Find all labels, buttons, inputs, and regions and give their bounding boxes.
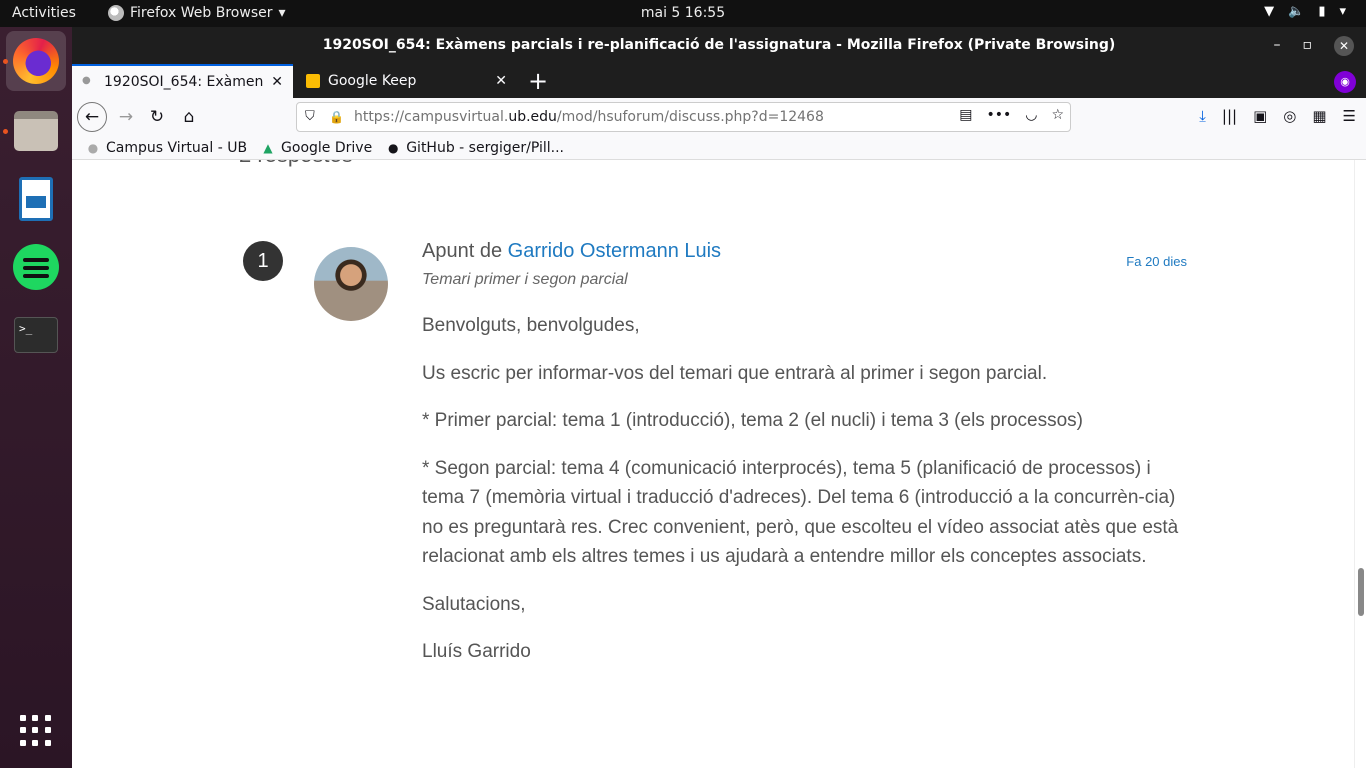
bookmark-google-drive[interactable]: ▲ Google Drive (261, 140, 372, 156)
app-menu-label: Firefox Web Browser (130, 5, 273, 21)
firefox-window: 1920SOI_654: Exàmens parcials i re-plani… (72, 27, 1366, 768)
window-titlebar[interactable]: 1920SOI_654: Exàmens parcials i re-plani… (72, 27, 1366, 64)
account-icon[interactable]: ◎ (1283, 107, 1296, 125)
post-age-link[interactable]: Fa 20 dies (1126, 254, 1187, 269)
bookmarks-toolbar: ● Campus Virtual - UB ▲ Google Drive ● G… (72, 136, 1366, 160)
battery-icon: ▮ (1318, 4, 1326, 19)
keep-favicon-icon (306, 74, 320, 88)
wifi-icon: ▼ (1264, 4, 1275, 19)
downloads-icon[interactable]: ⤓ (1199, 107, 1206, 125)
bookmark-github[interactable]: ● GitHub - sergiger/Pill... (386, 140, 564, 156)
minimize-icon[interactable]: – (1274, 27, 1281, 64)
tracking-shield-icon[interactable]: ⛉ (305, 109, 319, 125)
avatar[interactable] (314, 247, 388, 321)
private-browsing-icon: ◉ (1334, 71, 1356, 93)
pocket-icon[interactable]: ◡ (1025, 107, 1037, 123)
volume-icon: 🔈 (1288, 4, 1305, 19)
url-bar[interactable]: ⛉ 🔒 https://campusvirtual.ub.edu/mod/hsu… (296, 102, 1071, 132)
dock-terminal[interactable]: >_ (6, 305, 66, 365)
dock-spotify[interactable] (6, 237, 66, 297)
tab-bar: ● 1920SOI_654: Exàmens p ✕ Google Keep ✕… (72, 64, 1366, 98)
dock-files[interactable] (6, 101, 66, 161)
url-text[interactable]: https://campusvirtual.ub.edu/mod/hsuforu… (354, 109, 824, 125)
reader-view-icon[interactable]: ▤ (959, 107, 972, 123)
home-icon[interactable]: ⌂ (176, 104, 202, 130)
replies-heading: 2 respostes (239, 160, 353, 168)
scrollbar-thumb[interactable] (1358, 568, 1364, 616)
bookmark-label: Google Drive (281, 139, 373, 156)
post-body: Benvolguts, benvolgudes, Us escric per i… (422, 311, 1192, 667)
post-prefix: Apunt de (422, 240, 503, 262)
firefox-icon (108, 5, 124, 21)
post-paragraph: * Primer parcial: tema 1 (introducció), … (422, 410, 1084, 431)
google-drive-icon: ▲ (263, 140, 273, 155)
writer-icon (19, 177, 53, 221)
post-paragraph: Salutacions, (422, 593, 526, 615)
activities-button[interactable]: Activities (12, 5, 76, 21)
bookmark-campus-virtual[interactable]: ● Campus Virtual - UB (86, 140, 247, 156)
github-icon: ● (387, 140, 399, 155)
tab-campus[interactable]: ● 1920SOI_654: Exàmens p ✕ (72, 64, 293, 98)
campus-favicon-icon: ● (87, 140, 99, 155)
library-icon[interactable]: ||| (1222, 107, 1237, 125)
reload-icon[interactable]: ↻ (144, 104, 170, 130)
forward-icon[interactable]: → (113, 104, 139, 130)
clock[interactable]: mai 5 16:55 (641, 5, 725, 21)
chevron-down-icon: ▾ (1339, 4, 1346, 19)
sidebar-icon[interactable]: ▣ (1253, 107, 1267, 125)
menu-icon[interactable]: ☰ (1343, 107, 1356, 125)
top-bar: Activities Firefox Web Browser ▾ mai 5 1… (0, 0, 1366, 27)
post-number-badge: 1 (243, 241, 283, 281)
running-indicator (3, 59, 8, 64)
close-icon[interactable]: ✕ (1334, 35, 1354, 56)
show-applications-icon[interactable] (20, 715, 52, 747)
back-icon[interactable]: ← (77, 102, 107, 132)
post-paragraph: Us escric per informar-vos del temari qu… (422, 362, 1048, 384)
maximize-icon[interactable]: ▫ (1303, 27, 1313, 64)
author-link[interactable]: Garrido Ostermann Luis (508, 240, 721, 262)
nav-bar: ← → ↻ ⌂ ⛉ 🔒 https://campusvirtual.ub.edu… (72, 98, 1366, 136)
spotify-icon (13, 244, 59, 290)
bookmark-label: Campus Virtual - UB (106, 139, 248, 156)
campus-favicon-icon: ● (82, 75, 91, 86)
tab-title: 1920SOI_654: Exàmens p (104, 74, 264, 90)
extensions-icon[interactable]: ▦ (1312, 107, 1326, 125)
lock-icon[interactable]: 🔒 (329, 110, 344, 124)
forum-post: Apunt de Garrido Ostermann Luis Fa 20 di… (422, 240, 1192, 667)
tab-google-keep[interactable]: Google Keep ✕ (296, 64, 517, 98)
post-paragraph: Benvolguts, benvolgudes, (422, 315, 640, 336)
dock: >_ (0, 27, 72, 768)
page-viewport: 2 respostes 1 Apunt de Garrido Ostermann… (72, 160, 1366, 768)
firefox-icon (13, 38, 59, 84)
post-paragraph: * Segon parcial: tema 4 (comunicació int… (422, 457, 1179, 568)
new-tab-icon[interactable]: + (528, 66, 548, 96)
chevron-down-icon: ▾ (278, 5, 286, 21)
dock-writer[interactable] (6, 169, 66, 229)
scrollbar-track[interactable] (1354, 160, 1366, 768)
bookmark-star-icon[interactable]: ☆ (1051, 107, 1064, 123)
system-tray[interactable]: ▼ 🔈 ▮ ▾ (1264, 4, 1346, 19)
tab-title: Google Keep (328, 73, 417, 89)
post-subject: Temari primer i segon parcial (422, 271, 628, 288)
close-tab-icon[interactable]: ✕ (271, 74, 283, 90)
bookmark-label: GitHub - sergiger/Pill... (406, 139, 564, 156)
close-tab-icon[interactable]: ✕ (495, 73, 507, 89)
page-actions-icon[interactable]: ••• (986, 107, 1011, 123)
files-icon (14, 111, 58, 151)
dock-firefox[interactable] (6, 31, 66, 91)
running-indicator (3, 129, 8, 134)
post-header: Apunt de Garrido Ostermann Luis (422, 240, 1192, 263)
post-paragraph: Lluís Garrido (422, 641, 531, 662)
window-title: 1920SOI_654: Exàmens parcials i re-plani… (322, 37, 1116, 53)
terminal-icon: >_ (14, 317, 58, 353)
app-menu[interactable]: Firefox Web Browser ▾ (108, 5, 286, 21)
